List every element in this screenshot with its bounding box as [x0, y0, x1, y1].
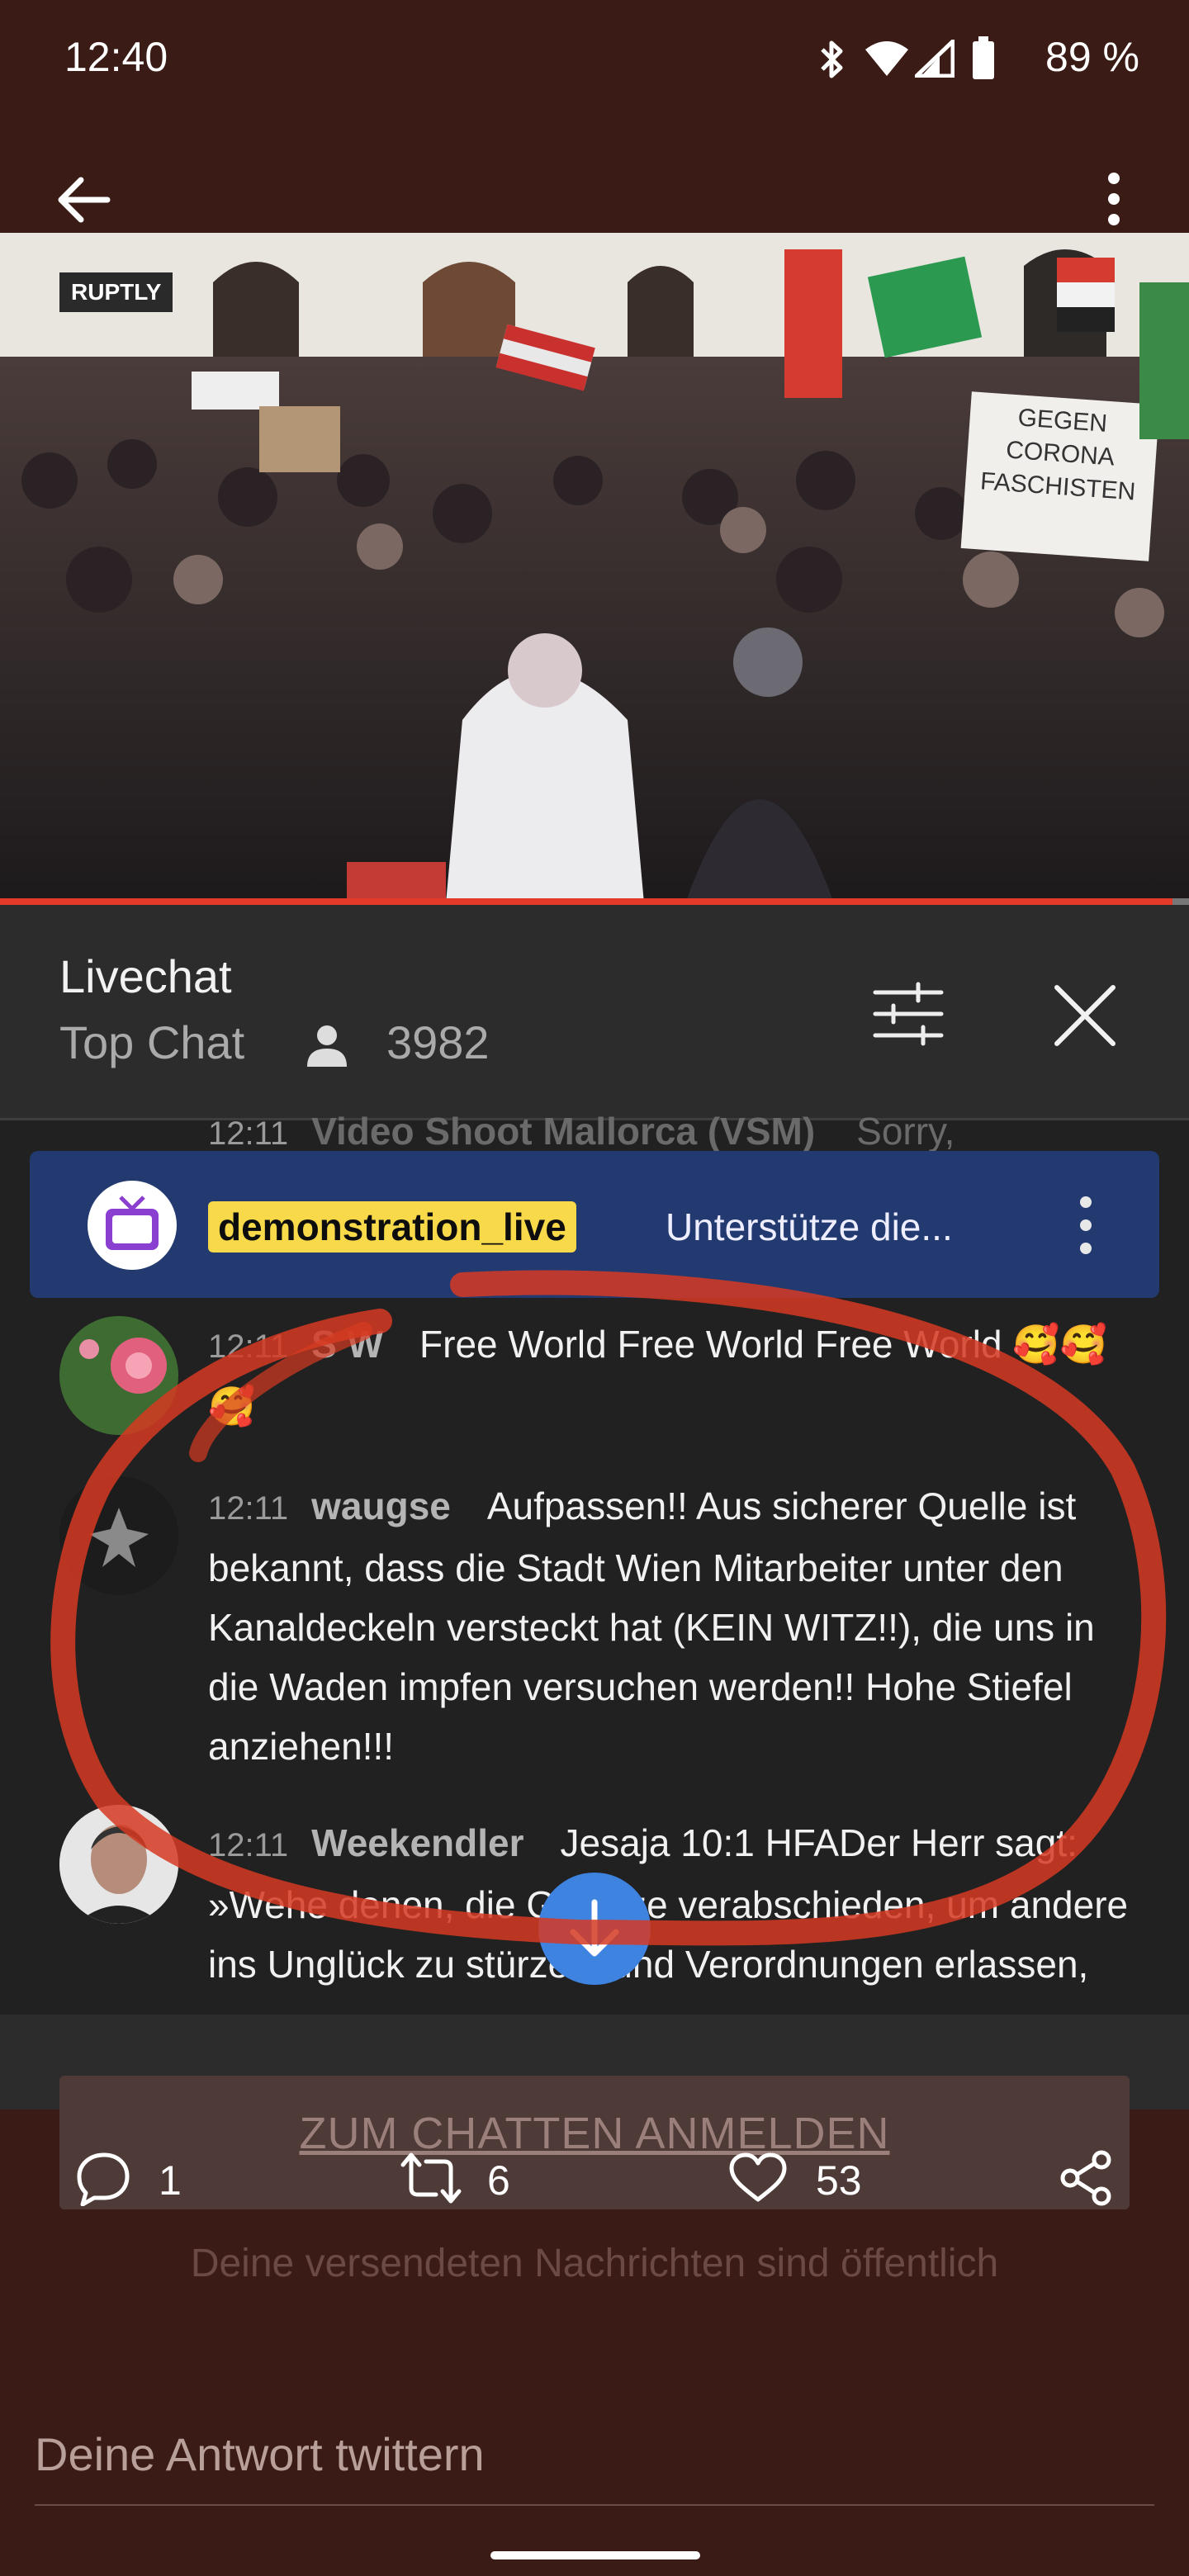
video-watermark: RUPTLY — [59, 272, 173, 312]
video-progress-remaining — [1172, 898, 1189, 905]
person-icon — [307, 1025, 347, 1067]
home-indicator[interactable] — [490, 2551, 700, 2559]
retweet-icon[interactable] — [400, 2152, 462, 2204]
avatar-sw[interactable] — [59, 1316, 178, 1435]
message-timestamp: 12:11 — [208, 1490, 289, 1527]
message-timestamp: 12:11 — [208, 1328, 289, 1365]
protest-sign-text: GEGEN CORONA FASCHISTEN — [979, 404, 1137, 506]
reply-icon[interactable] — [76, 2150, 132, 2206]
more-vertical-icon[interactable] — [1101, 170, 1126, 228]
portrait-avatar-image — [59, 1805, 178, 1924]
video-player[interactable] — [0, 233, 1189, 903]
status-bar — [0, 0, 1189, 124]
star-avatar-image — [59, 1476, 178, 1595]
status-time: 12:40 — [64, 34, 168, 80]
flower-avatar-image — [59, 1316, 178, 1435]
video-progress-bar[interactable] — [0, 898, 1172, 905]
close-icon[interactable] — [1052, 983, 1118, 1049]
message-author[interactable]: waugse — [311, 1485, 451, 1527]
message-author[interactable]: S W — [311, 1323, 383, 1366]
chat-message: 12:11 waugse Aufpassen!! Aus sicherer Quel… — [208, 1476, 1133, 1776]
app-bar — [0, 124, 1189, 233]
message-timestamp: 12:11 — [208, 1827, 289, 1863]
battery-icon — [973, 36, 994, 79]
arrow-down-icon — [570, 1899, 619, 1957]
like-count: 53 — [816, 2157, 862, 2204]
message-timestamp: 12:11 — [208, 1115, 289, 1152]
chat-mode-selector[interactable]: Top Chat — [59, 1016, 244, 1069]
arrow-left-icon[interactable] — [53, 173, 112, 226]
message-author[interactable]: Weekendler — [311, 1821, 523, 1864]
heart-icon[interactable] — [728, 2152, 788, 2204]
viewer-count: 3982 — [386, 1016, 490, 1068]
pinned-more-icon[interactable] — [1073, 1194, 1098, 1257]
retweet-count: 6 — [487, 2157, 510, 2204]
message-author[interactable]: Video Shoot Mallorca (VSM) — [311, 1110, 815, 1153]
pinned-message-text: Unterstütze die... — [666, 1205, 953, 1248]
message-text: Sorry, — [856, 1110, 955, 1153]
pinned-channel-name[interactable]: demonstration_live — [208, 1201, 576, 1252]
video-frame — [0, 233, 1189, 903]
wifi-icon — [865, 41, 908, 76]
login-to-chat-label: ZUM CHATTEN ANMELDEN — [299, 2109, 890, 2158]
avatar-weekendler[interactable] — [59, 1805, 178, 1924]
filter-settings-icon[interactable] — [872, 981, 945, 1047]
bluetooth-icon — [821, 40, 843, 78]
signal-icon — [915, 40, 955, 78]
public-messages-note: Deine versendeten Nachrichten sind öffen… — [190, 2242, 999, 2285]
chat-message: 12:11 Weekendler Jesaja 10:1 HFADer Herr s… — [208, 1813, 1133, 2011]
share-icon[interactable] — [1059, 2150, 1115, 2206]
pinned-message-banner[interactable] — [30, 1151, 1159, 1298]
chat-message: 12:11 S W Free World Free World Free World… — [208, 1314, 1133, 1436]
reply-tweet-input[interactable]: Deine Antwort twittern — [35, 2427, 485, 2481]
battery-percent: 89 % — [1045, 34, 1139, 80]
scroll-to-bottom-button[interactable] — [538, 1873, 651, 1985]
tv-logo-avatar — [88, 1181, 177, 1270]
livechat-header — [0, 905, 1189, 1118]
reply-input-underline — [35, 2504, 1154, 2506]
avatar-waugse[interactable] — [59, 1476, 178, 1595]
reply-count: 1 — [159, 2157, 182, 2204]
livechat-title: Livechat — [59, 950, 232, 1002]
